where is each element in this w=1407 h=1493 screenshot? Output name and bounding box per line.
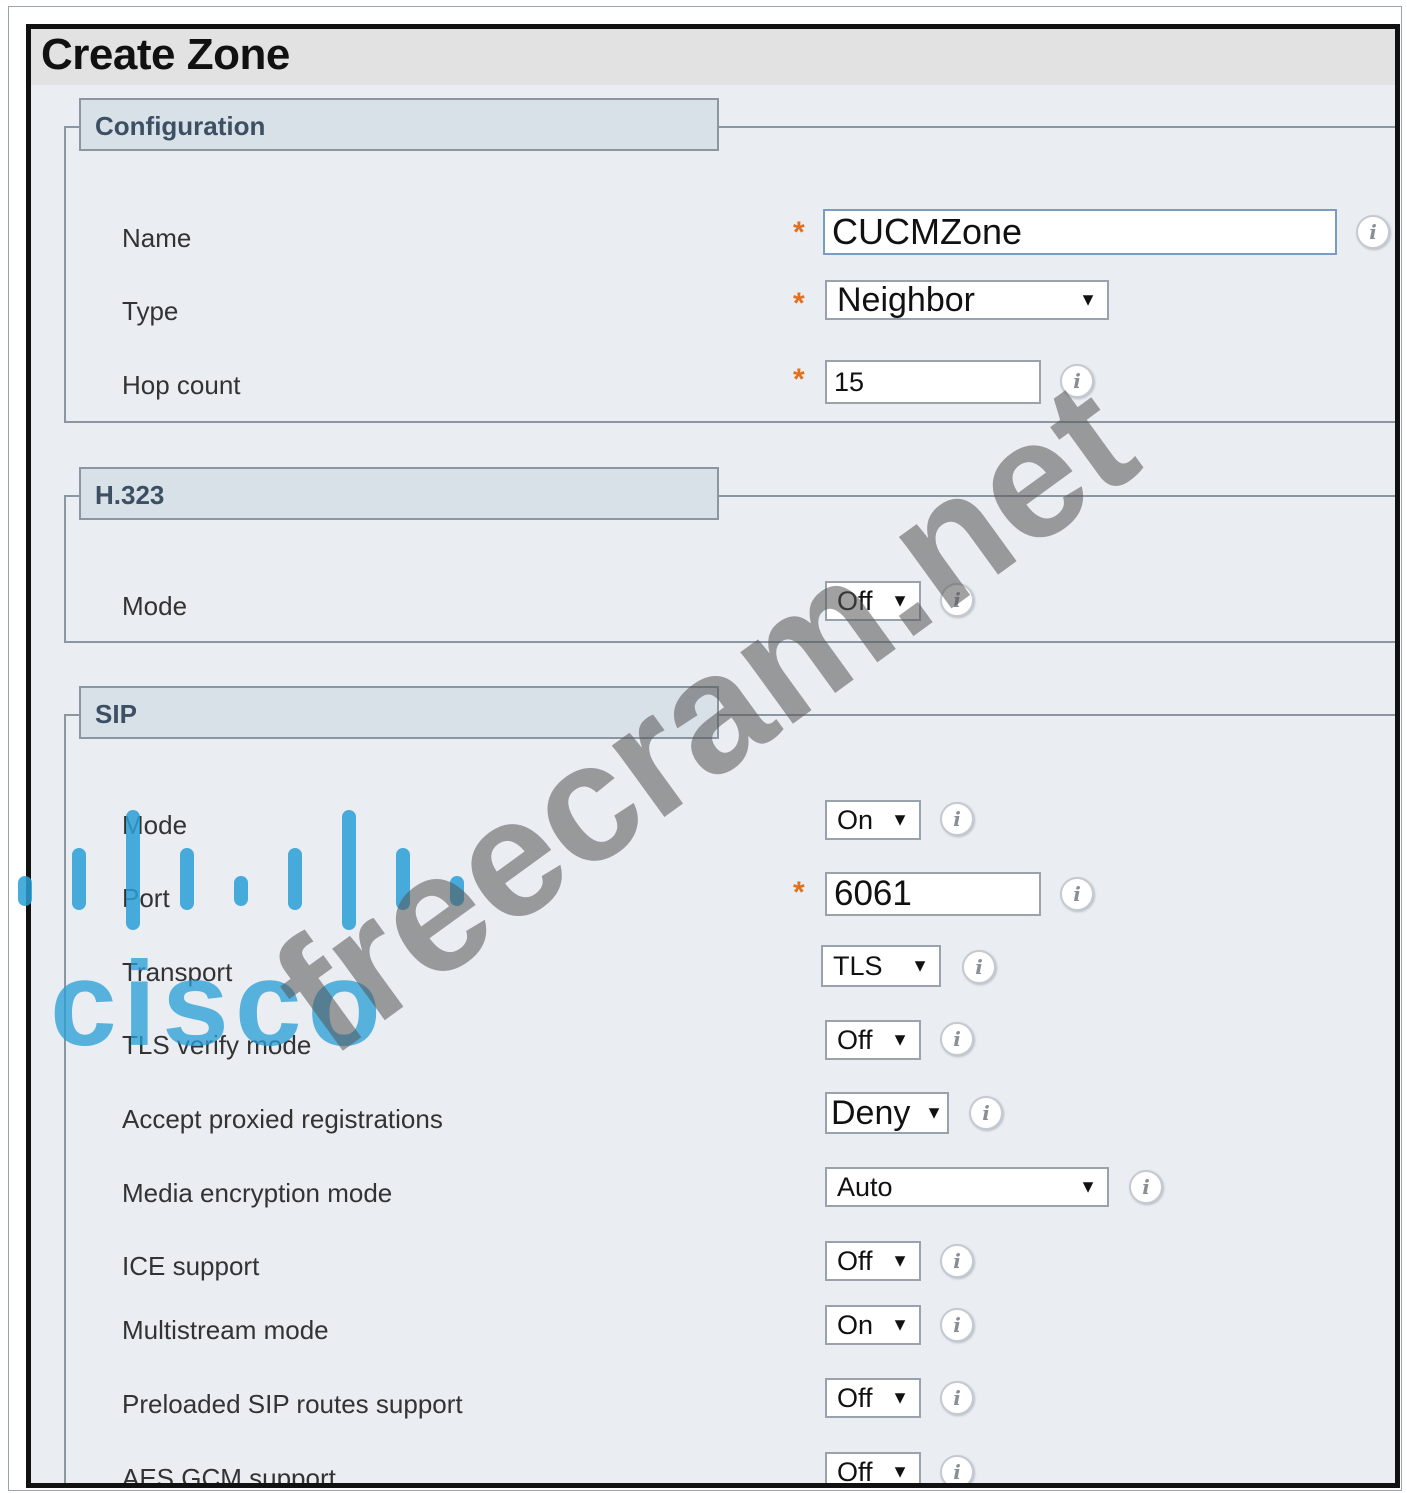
type-select[interactable]: Neighbor ▼ (825, 280, 1109, 320)
sip-mode-label: Mode (122, 810, 188, 840)
multistream-mode-value: On (837, 1309, 874, 1340)
accept-proxied-registrations-label: Accept proxied registrations (122, 1104, 443, 1134)
h323-mode-value: Off (837, 585, 873, 616)
sip-mode-info-icon[interactable]: i (940, 802, 974, 836)
name-field[interactable]: CUCMZone (823, 209, 1337, 255)
page-title: Create Zone (41, 30, 290, 79)
create-zone-window: Create Zone Configuration Name * CUCMZon… (26, 24, 1400, 1488)
port-info-icon[interactable]: i (1060, 877, 1094, 911)
h323-mode-label: Mode (122, 591, 188, 621)
preloaded-sip-routes-support-info-icon[interactable]: i (940, 1381, 974, 1415)
multistream-mode-info-icon[interactable]: i (940, 1308, 974, 1342)
tls-verify-mode-info-icon[interactable]: i (940, 1022, 974, 1056)
h323-mode-info-icon[interactable]: i (940, 583, 974, 617)
transport-label: Transport (122, 957, 233, 987)
chevron-down-icon: ▼ (891, 590, 909, 611)
ice-support-select[interactable]: Off ▼ (825, 1241, 921, 1281)
chevron-down-icon: ▼ (925, 1102, 943, 1123)
media-encryption-mode-value: Auto (837, 1171, 893, 1202)
accept-proxied-registrations-select[interactable]: Deny ▼ (825, 1092, 949, 1134)
aes-gcm-support-info-icon[interactable]: i (940, 1455, 974, 1483)
preloaded-sip-routes-support-label: Preloaded SIP routes support (122, 1389, 463, 1419)
sip-section-header: SIP (79, 686, 719, 739)
ice-support-value: Off (837, 1245, 873, 1276)
port-required-marker: * (793, 876, 805, 909)
ice-support-label: ICE support (122, 1251, 260, 1281)
hop-count-info-icon[interactable]: i (1060, 364, 1094, 398)
aes-gcm-support-value: Off (837, 1456, 873, 1487)
transport-info-icon[interactable]: i (962, 950, 996, 984)
chevron-down-icon: ▼ (891, 1250, 909, 1271)
configuration-section-header: Configuration (79, 98, 719, 151)
chevron-down-icon: ▼ (891, 1461, 909, 1482)
aes-gcm-support-label: AES GCM support (122, 1463, 336, 1488)
type-select-value: Neighbor (837, 280, 975, 319)
configuration-section-title: Configuration (95, 111, 266, 141)
chevron-down-icon: ▼ (891, 1314, 909, 1335)
tls-verify-mode-value: Off (837, 1024, 873, 1055)
chevron-down-icon: ▼ (891, 1387, 909, 1408)
type-label: Type (122, 296, 179, 326)
name-info-icon[interactable]: i (1356, 215, 1390, 249)
accept-proxied-registrations-info-icon[interactable]: i (969, 1096, 1003, 1130)
sip-section-title: SIP (95, 699, 137, 729)
title-bar: Create Zone (31, 29, 1395, 85)
chevron-down-icon: ▼ (891, 1029, 909, 1050)
chevron-down-icon: ▼ (1079, 289, 1097, 310)
type-required-marker: * (793, 287, 805, 320)
hop-count-required-marker: * (793, 363, 805, 396)
sip-section: SIP Mode On ▼ i Port * 6061 i Transport … (64, 686, 1395, 1488)
port-field[interactable]: 6061 (825, 872, 1041, 916)
port-label: Port (122, 883, 170, 913)
chevron-down-icon: ▼ (1079, 1176, 1097, 1197)
multistream-mode-label: Multistream mode (122, 1315, 329, 1345)
h323-mode-select[interactable]: Off ▼ (825, 581, 921, 621)
preloaded-sip-routes-support-value: Off (837, 1382, 873, 1413)
h323-section-title: H.323 (95, 480, 165, 510)
aes-gcm-support-select[interactable]: Off ▼ (825, 1452, 921, 1487)
chevron-down-icon: ▼ (891, 809, 909, 830)
transport-select[interactable]: TLS ▼ (821, 945, 941, 987)
ice-support-info-icon[interactable]: i (940, 1244, 974, 1278)
h323-section-header: H.323 (79, 467, 719, 520)
tls-verify-mode-label: TLS verify mode (122, 1030, 312, 1060)
media-encryption-mode-info-icon[interactable]: i (1129, 1170, 1163, 1204)
hop-count-field[interactable]: 15 (825, 360, 1041, 404)
tls-verify-mode-select[interactable]: Off ▼ (825, 1020, 921, 1060)
accept-proxied-registrations-value: Deny (831, 1093, 911, 1132)
media-encryption-mode-select[interactable]: Auto ▼ (825, 1167, 1109, 1207)
chevron-down-icon: ▼ (911, 955, 929, 976)
sip-mode-value: On (837, 804, 874, 835)
hop-count-label: Hop count (122, 370, 241, 400)
transport-value: TLS (833, 950, 883, 981)
preloaded-sip-routes-support-select[interactable]: Off ▼ (825, 1378, 921, 1418)
multistream-mode-select[interactable]: On ▼ (825, 1305, 921, 1345)
name-required-marker: * (793, 216, 805, 249)
h323-section: H.323 Mode Off ▼ i (64, 467, 1395, 643)
configuration-section: Configuration Name * CUCMZone i Type * N… (64, 98, 1395, 423)
sip-mode-select[interactable]: On ▼ (825, 800, 921, 840)
name-label: Name (122, 223, 192, 253)
media-encryption-mode-label: Media encryption mode (122, 1178, 393, 1208)
